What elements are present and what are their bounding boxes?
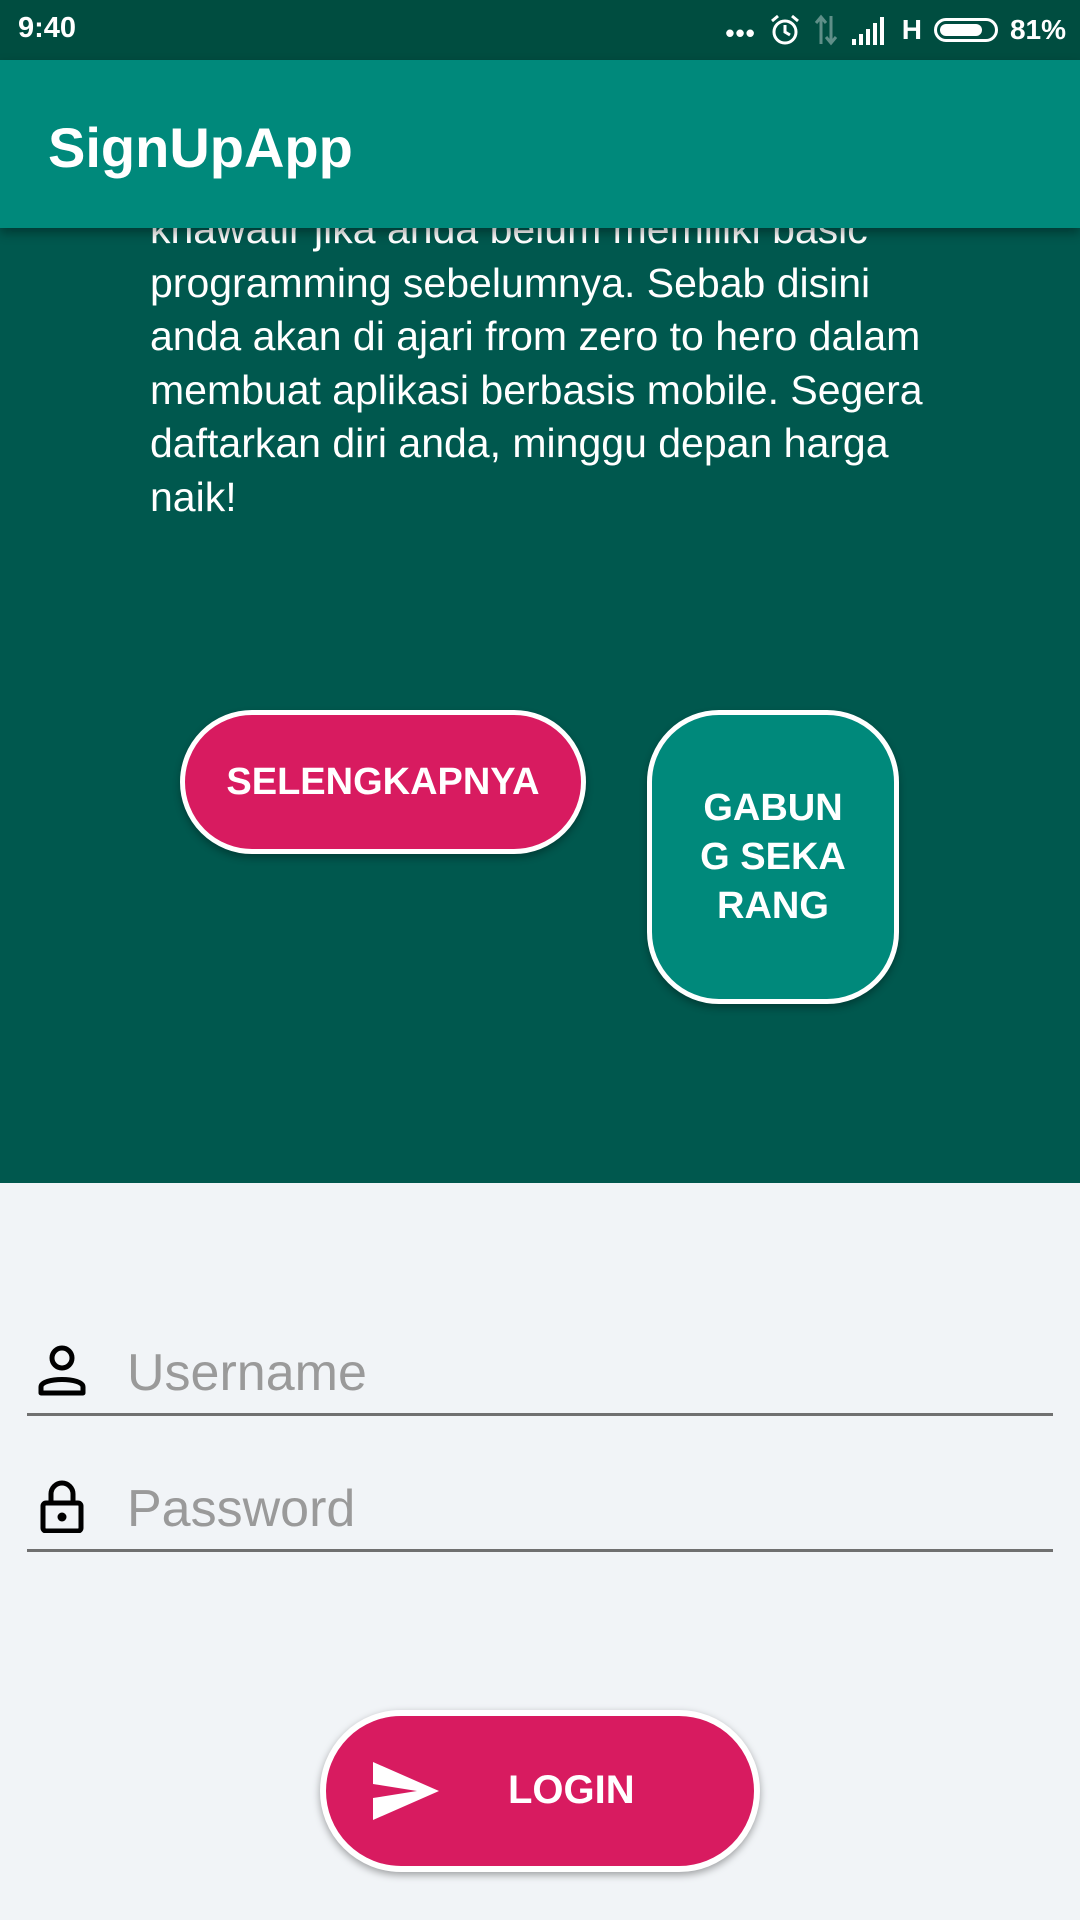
battery-icon — [933, 18, 998, 42]
username-field — [27, 1343, 1053, 1416]
app-bar: SignUpApp — [0, 60, 1080, 228]
app-title: SignUpApp — [48, 116, 353, 179]
hero-description: khawatir jika anda belum memiliki basic … — [150, 228, 923, 520]
status-time: 9:40 — [18, 12, 77, 44]
lock-icon — [40, 1480, 84, 1533]
battery-fill — [939, 24, 983, 36]
status-icons: ••• H 81% — [725, 10, 1066, 50]
username-input[interactable] — [127, 1343, 1027, 1403]
join-now-button-label: GABUNG SEKARANG — [700, 786, 846, 927]
battery-percent: 81% — [1009, 14, 1066, 45]
more-info-button[interactable]: SELENGKAPNYA — [180, 710, 586, 854]
alarm-icon — [770, 14, 799, 45]
data-arrows-icon — [814, 14, 837, 46]
login-button[interactable]: LOGIN — [320, 1710, 760, 1872]
send-icon — [373, 1762, 439, 1820]
password-field — [27, 1479, 1053, 1552]
person-icon — [38, 1345, 86, 1396]
more-dots-icon: ••• — [725, 17, 756, 48]
login-button-label: LOGIN — [508, 1768, 635, 1812]
network-type: H — [901, 14, 922, 45]
password-input[interactable] — [127, 1479, 1027, 1539]
signal-icon — [851, 17, 884, 45]
status-bar: 9:40 ••• H 81% — [0, 0, 1080, 60]
join-now-button[interactable]: GABUNG SEKARANG — [647, 710, 899, 1004]
more-info-button-label: SELENGKAPNYA — [226, 760, 540, 803]
hero-section: khawatir jika anda belum memiliki basic … — [0, 228, 1080, 1183]
